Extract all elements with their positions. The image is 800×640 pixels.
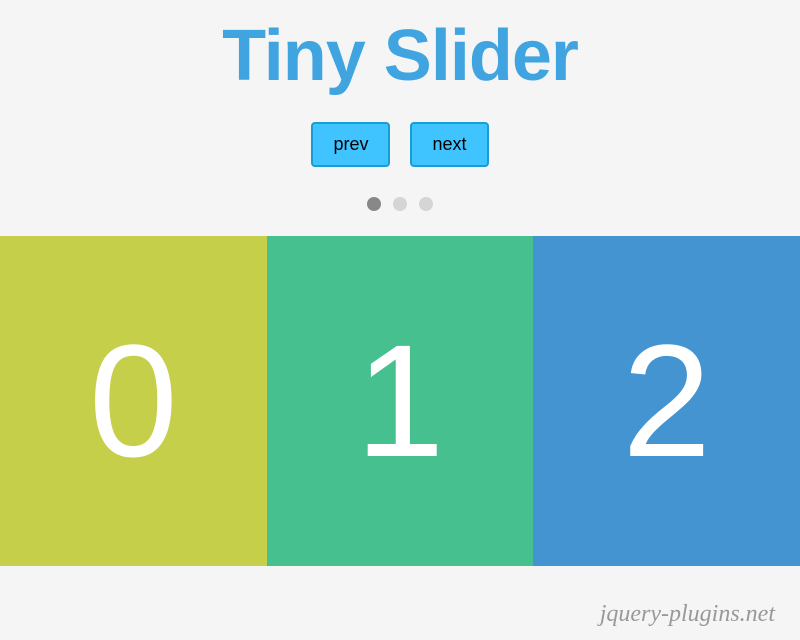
- dot-2[interactable]: [419, 197, 433, 211]
- pagination-dots: [0, 197, 800, 211]
- slider-track[interactable]: 0 1 2: [0, 236, 800, 566]
- slide-1: 1: [267, 236, 534, 566]
- page-title: Tiny Slider: [0, 0, 800, 97]
- nav-controls: prev next: [0, 122, 800, 167]
- next-button[interactable]: next: [410, 122, 488, 167]
- slide-0: 0: [0, 236, 267, 566]
- dot-0[interactable]: [367, 197, 381, 211]
- slide-2: 2: [533, 236, 800, 566]
- prev-button[interactable]: prev: [311, 122, 390, 167]
- dot-1[interactable]: [393, 197, 407, 211]
- footer-credit: jquery-plugins.net: [600, 601, 775, 628]
